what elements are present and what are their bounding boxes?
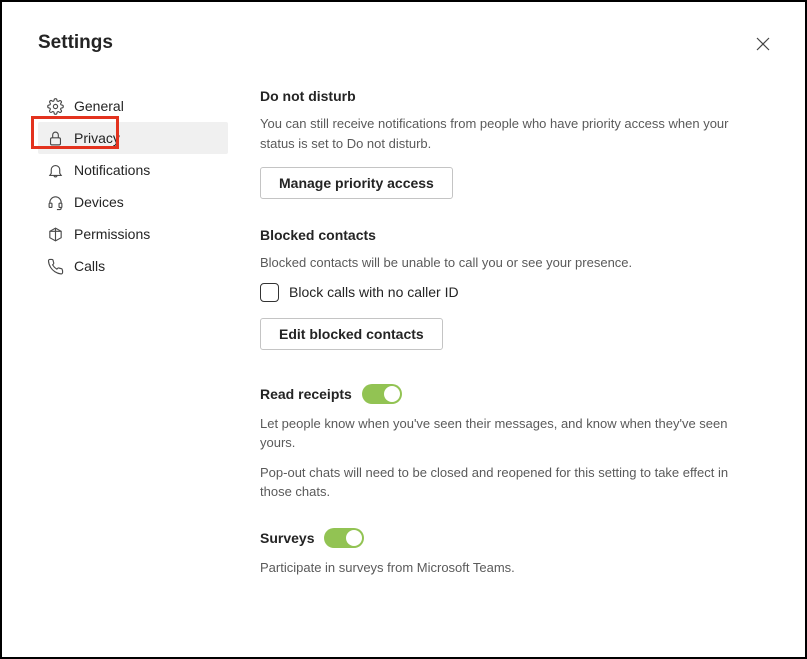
sidebar-item-devices[interactable]: Devices [38,186,228,218]
block-no-caller-id-checkbox[interactable]: Block calls with no caller ID [260,283,738,302]
surveys-heading: Surveys [260,528,738,548]
read-receipts-heading: Read receipts [260,384,738,404]
phone-icon [46,257,64,275]
settings-sidebar: General Privacy Notifications Devices [38,90,228,591]
sidebar-item-notifications[interactable]: Notifications [38,154,228,186]
sidebar-item-label: General [74,98,124,114]
gear-icon [46,97,64,115]
sidebar-item-label: Permissions [74,226,150,242]
sidebar-item-label: Devices [74,194,124,210]
sidebar-item-calls[interactable]: Calls [38,250,228,282]
surveys-description: Participate in surveys from Microsoft Te… [260,558,738,578]
package-icon [46,225,64,243]
read-receipts-toggle[interactable] [362,384,402,404]
sidebar-item-label: Privacy [74,130,120,146]
sidebar-item-label: Notifications [74,162,150,178]
sidebar-item-permissions[interactable]: Permissions [38,218,228,250]
close-icon [755,39,771,56]
sidebar-item-general[interactable]: General [38,90,228,122]
sidebar-item-privacy[interactable]: Privacy [38,122,228,154]
blocked-description: Blocked contacts will be unable to call … [260,253,738,273]
blocked-heading: Blocked contacts [260,227,738,243]
checkbox-icon [260,283,279,302]
bell-icon [46,161,64,179]
checkbox-label: Block calls with no caller ID [289,284,459,300]
surveys-toggle[interactable] [324,528,364,548]
sidebar-item-label: Calls [74,258,105,274]
read-receipts-description: Let people know when you've seen their m… [260,414,738,453]
close-button[interactable] [755,36,775,56]
headset-icon [46,193,64,211]
dnd-description: You can still receive notifications from… [260,114,738,153]
lock-icon [46,129,64,147]
read-receipts-label: Read receipts [260,386,352,402]
surveys-label: Surveys [260,530,314,546]
dnd-heading: Do not disturb [260,88,738,104]
manage-priority-access-button[interactable]: Manage priority access [260,167,453,199]
edit-blocked-contacts-button[interactable]: Edit blocked contacts [260,318,443,350]
settings-content: Do not disturb You can still receive not… [228,90,738,591]
read-receipts-note: Pop-out chats will need to be closed and… [260,463,738,502]
dialog-title: Settings [38,32,775,54]
settings-dialog: Settings General Privacy Notifications [2,2,805,657]
